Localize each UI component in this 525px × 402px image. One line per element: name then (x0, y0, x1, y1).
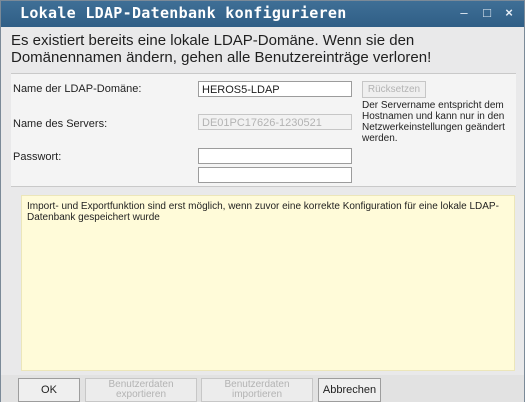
ldap-form: Name der LDAP-Domäne: HEROS5-LDAP Rückse… (11, 73, 516, 187)
domain-name-label: Name der LDAP-Domäne: (13, 83, 142, 95)
reset-button[interactable]: Rücksetzen (362, 81, 426, 98)
ldap-config-dialog: Lokale LDAP-Datenbank konfigurieren – □ … (0, 0, 525, 402)
export-user-data-button[interactable]: Benutzerdaten exportieren (85, 378, 197, 402)
server-name-hint: Der Servername entspricht dem Hostnamen … (362, 100, 505, 144)
import-button-line2: importieren (231, 389, 283, 400)
import-user-data-button[interactable]: Benutzerdaten importieren (201, 378, 313, 402)
maximize-icon[interactable]: □ (479, 5, 495, 21)
button-bar: OK Benutzerdaten exportieren Benutzerdat… (1, 375, 524, 402)
password-label: Passwort: (13, 151, 62, 163)
title-bar: Lokale LDAP-Datenbank konfigurieren – □ … (1, 1, 524, 27)
domain-name-input[interactable]: HEROS5-LDAP (198, 81, 352, 97)
warning-message: Es existiert bereits eine lokale LDAP-Do… (11, 32, 432, 66)
password-input[interactable] (198, 148, 352, 164)
cancel-button[interactable]: Abbrechen (318, 378, 381, 402)
info-panel: Import- und Exportfunktion sind erst mög… (21, 195, 515, 371)
window-title: Lokale LDAP-Datenbank konfigurieren (20, 4, 347, 22)
close-icon[interactable]: × (501, 5, 517, 21)
ok-button[interactable]: OK (18, 378, 80, 402)
server-name-input: DE01PC17626-1230521 (198, 114, 352, 130)
export-button-line2: exportieren (115, 389, 167, 400)
password-confirm-input[interactable] (198, 167, 352, 183)
server-name-label: Name des Servers: (13, 118, 108, 130)
minimize-icon[interactable]: – (456, 5, 472, 21)
